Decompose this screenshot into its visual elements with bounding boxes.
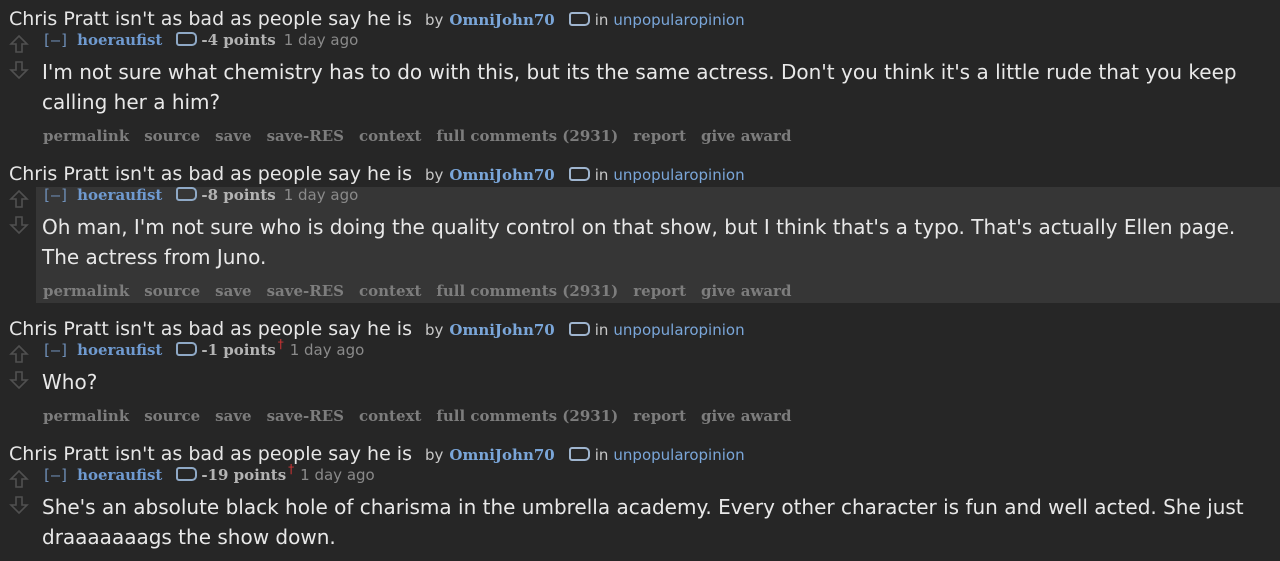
tag-icon[interactable] — [568, 12, 590, 26]
upvote-arrow-icon[interactable] — [9, 344, 29, 364]
context-button[interactable]: context — [359, 282, 421, 300]
tag-icon[interactable] — [176, 467, 198, 481]
downvote-arrow-icon[interactable] — [9, 215, 29, 235]
permalink-button[interactable]: permalink — [43, 282, 129, 300]
comment-buttons: permalink source save save-RES context f… — [43, 282, 806, 300]
report-button[interactable]: report — [633, 127, 686, 145]
save-button[interactable]: save — [215, 282, 251, 300]
subreddit-link[interactable]: unpopularopinion — [613, 166, 744, 184]
downvote-arrow-icon[interactable] — [9, 370, 29, 390]
controversial-marker: † — [277, 337, 284, 351]
comment-meta: [–] hoeraufist -8 points 1 day ago — [42, 186, 358, 204]
tag-icon[interactable] — [176, 187, 198, 201]
in-label: in — [594, 166, 609, 184]
source-button[interactable]: source — [144, 282, 200, 300]
permalink-button[interactable]: permalink — [43, 127, 129, 145]
post-title-line: Chris Pratt isn't as bad as people say h… — [9, 8, 745, 30]
full-comments-button[interactable]: full comments (2931) — [436, 282, 618, 300]
comment-author-link[interactable]: hoeraufist — [77, 31, 162, 49]
post-title-line: Chris Pratt isn't as bad as people say h… — [9, 318, 745, 340]
by-label: by — [424, 321, 444, 339]
comment-buttons: permalink source save save-RES context f… — [43, 127, 806, 145]
comment-time: 1 day ago — [289, 341, 365, 359]
give-award-button[interactable]: give award — [701, 127, 791, 145]
source-button[interactable]: source — [144, 407, 200, 425]
subreddit-link[interactable]: unpopularopinion — [613, 321, 744, 339]
in-label: in — [594, 446, 609, 464]
post-title-link[interactable]: Chris Pratt isn't as bad as people say h… — [9, 443, 412, 465]
comment-meta: [–] hoeraufist -19 points † 1 day ago — [42, 462, 375, 484]
post-author-link[interactable]: OmniJohn70 — [449, 446, 554, 464]
context-button[interactable]: context — [359, 407, 421, 425]
comment-time: 1 day ago — [283, 186, 359, 204]
collapse-toggle[interactable]: [–] — [42, 186, 69, 204]
comment-author-link[interactable]: hoeraufist — [77, 466, 162, 484]
comment-body: She's an absolute black hole of charisma… — [42, 495, 1244, 549]
comment-time: 1 day ago — [283, 31, 359, 49]
post-title-link[interactable]: Chris Pratt isn't as bad as people say h… — [9, 318, 412, 340]
subreddit-link[interactable]: unpopularopinion — [613, 11, 744, 29]
downvote-arrow-icon[interactable] — [9, 495, 29, 515]
post-title-link[interactable]: Chris Pratt isn't as bad as people say h… — [9, 163, 412, 185]
tag-icon[interactable] — [568, 167, 590, 181]
comment-time: 1 day ago — [300, 466, 375, 484]
comment-author-link[interactable]: hoeraufist — [77, 341, 162, 359]
by-label: by — [424, 11, 444, 29]
tag-icon[interactable] — [568, 447, 590, 461]
save-res-button[interactable]: save-RES — [267, 282, 344, 300]
tag-icon[interactable] — [176, 342, 198, 356]
report-button[interactable]: report — [633, 282, 686, 300]
tag-icon[interactable] — [568, 322, 590, 336]
comment-score: -8 points — [201, 186, 276, 204]
comment-body: I'm not sure what chemistry has to do wi… — [42, 60, 1237, 114]
give-award-button[interactable]: give award — [701, 407, 791, 425]
comment-score: -1 points — [201, 341, 276, 359]
post-author-link[interactable]: OmniJohn70 — [449, 321, 554, 339]
context-button[interactable]: context — [359, 127, 421, 145]
source-button[interactable]: source — [144, 127, 200, 145]
collapse-toggle[interactable]: [–] — [42, 31, 69, 49]
collapse-toggle[interactable]: [–] — [42, 466, 69, 484]
comment-body: Oh man, I'm not sure who is doing the qu… — [42, 215, 1236, 269]
post-title-link[interactable]: Chris Pratt isn't as bad as people say h… — [9, 8, 412, 30]
save-button[interactable]: save — [215, 127, 251, 145]
in-label: in — [594, 11, 609, 29]
collapse-toggle[interactable]: [–] — [42, 341, 69, 359]
comment-score: -4 points — [201, 31, 276, 49]
save-button[interactable]: save — [215, 407, 251, 425]
full-comments-button[interactable]: full comments (2931) — [436, 127, 618, 145]
tag-icon[interactable] — [176, 32, 198, 46]
controversial-marker: † — [288, 462, 295, 476]
report-button[interactable]: report — [633, 407, 686, 425]
by-label: by — [424, 446, 444, 464]
upvote-arrow-icon[interactable] — [9, 189, 29, 209]
comment-score: -19 points — [201, 466, 287, 484]
post-author-link[interactable]: OmniJohn70 — [449, 11, 554, 29]
full-comments-button[interactable]: full comments (2931) — [436, 407, 618, 425]
comment-author-link[interactable]: hoeraufist — [77, 186, 162, 204]
by-label: by — [424, 166, 444, 184]
post-title-line: Chris Pratt isn't as bad as people say h… — [9, 163, 745, 185]
in-label: in — [594, 321, 609, 339]
post-author-link[interactable]: OmniJohn70 — [449, 166, 554, 184]
comment-meta: [–] hoeraufist -1 points † 1 day ago — [42, 337, 365, 359]
subreddit-link[interactable]: unpopularopinion — [613, 446, 744, 464]
comment-buttons: permalink source save save-RES context f… — [43, 407, 806, 425]
upvote-arrow-icon[interactable] — [9, 34, 29, 54]
comment-body: Who? — [42, 370, 98, 394]
comment-meta: [–] hoeraufist -4 points 1 day ago — [42, 31, 358, 49]
permalink-button[interactable]: permalink — [43, 407, 129, 425]
upvote-arrow-icon[interactable] — [9, 469, 29, 489]
give-award-button[interactable]: give award — [701, 282, 791, 300]
downvote-arrow-icon[interactable] — [9, 60, 29, 80]
save-res-button[interactable]: save-RES — [267, 407, 344, 425]
save-res-button[interactable]: save-RES — [267, 127, 344, 145]
post-title-line: Chris Pratt isn't as bad as people say h… — [9, 443, 745, 465]
